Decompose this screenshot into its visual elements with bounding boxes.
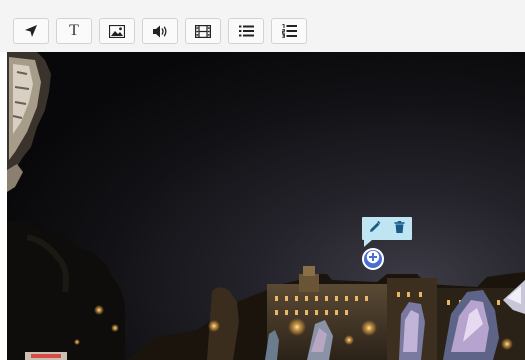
night-city-panorama [7, 52, 525, 360]
panorama-viewer[interactable] [7, 52, 525, 360]
image-tool-button[interactable] [99, 18, 135, 44]
film-icon [195, 24, 211, 38]
hotspot-toolbar [362, 217, 412, 247]
editor-toolbar: T [0, 0, 525, 52]
arrow-tool-button[interactable] [13, 18, 49, 44]
numbered-list-tool-button[interactable] [271, 18, 307, 44]
trash-icon [394, 220, 405, 238]
audio-tool-button[interactable] [142, 18, 178, 44]
image-icon [109, 24, 125, 38]
pencil-icon [369, 220, 381, 238]
text-tool-button[interactable]: T [56, 18, 92, 44]
speaker-icon [152, 25, 168, 38]
delete-hotspot-button[interactable] [390, 220, 408, 237]
numbered-list-icon [281, 24, 297, 38]
navigation-arrow-icon [24, 24, 38, 38]
text-icon: T [69, 22, 79, 39]
plus-circle-icon [366, 250, 380, 269]
list-tool-button[interactable] [228, 18, 264, 44]
edit-hotspot-button[interactable] [366, 220, 384, 237]
add-hotspot-button[interactable] [362, 248, 384, 270]
video-tool-button[interactable] [185, 18, 221, 44]
bulleted-list-icon [238, 25, 254, 37]
panorama-editor: T [0, 0, 525, 360]
